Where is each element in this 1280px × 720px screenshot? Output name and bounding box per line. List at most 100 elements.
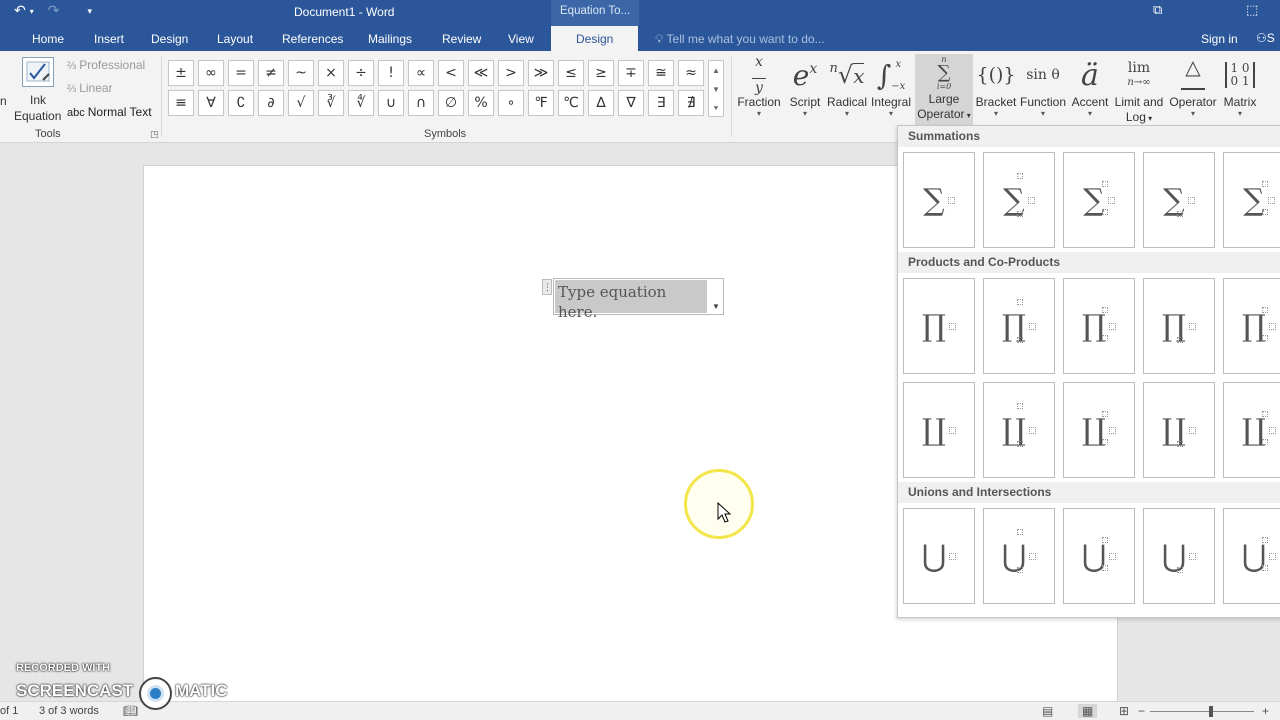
symbol-button[interactable]: ≤ bbox=[558, 60, 584, 86]
product-option[interactable]: ∏ bbox=[1143, 278, 1215, 374]
tab-view[interactable]: View bbox=[508, 32, 534, 46]
expand-gallery-icon[interactable]: ⯆ bbox=[709, 99, 723, 118]
tab-home[interactable]: Home bbox=[32, 32, 64, 46]
undo-icon[interactable]: ↶ bbox=[14, 2, 26, 19]
tab-mailings[interactable]: Mailings bbox=[368, 32, 412, 46]
symbol-button[interactable]: ∂ bbox=[258, 90, 284, 116]
read-mode-icon[interactable]: ▤ bbox=[1042, 704, 1053, 718]
customize-qat-icon[interactable]: ▾ bbox=[87, 6, 92, 19]
zoom-out-icon[interactable]: − bbox=[1138, 704, 1145, 718]
symbols-scroll[interactable]: ▲ ▼ ⯆ bbox=[708, 60, 724, 117]
ink-equation-label-2[interactable]: Equation bbox=[14, 109, 61, 123]
print-layout-icon[interactable]: ▦ bbox=[1078, 704, 1098, 718]
fraction-button[interactable]: xy Fraction ▾ bbox=[736, 55, 782, 118]
normal-text-option[interactable]: abc Normal Text bbox=[67, 105, 152, 119]
coproduct-option[interactable]: ∐ bbox=[983, 382, 1055, 478]
matrix-button[interactable]: 1 00 1 Matrix ▾ bbox=[1220, 55, 1260, 118]
symbol-button[interactable]: ℉ bbox=[528, 90, 554, 116]
tab-insert[interactable]: Insert bbox=[94, 32, 124, 46]
product-option[interactable]: ∏ bbox=[903, 278, 975, 374]
symbol-button[interactable]: ℃ bbox=[558, 90, 584, 116]
tab-references[interactable]: References bbox=[282, 32, 343, 46]
tab-equation-design[interactable]: Design bbox=[551, 26, 639, 51]
equation-button-cut[interactable]: n bbox=[0, 94, 7, 108]
ink-equation-icon[interactable] bbox=[22, 57, 54, 87]
symbol-button[interactable]: ∩ bbox=[408, 90, 434, 116]
symbol-button[interactable]: = bbox=[228, 60, 254, 86]
symbol-button[interactable]: ∇ bbox=[618, 90, 644, 116]
summation-option[interactable]: ∑ bbox=[1143, 152, 1215, 248]
symbol-button[interactable]: ≫ bbox=[528, 60, 554, 86]
equation-options-icon[interactable]: ▼ bbox=[709, 300, 723, 314]
symbol-button[interactable]: ∄ bbox=[678, 90, 704, 116]
large-operator-button[interactable]: n ∑ i=0 Large Operator ▾ bbox=[915, 54, 973, 126]
function-button[interactable]: sin θ Function ▾ bbox=[1018, 55, 1068, 118]
proofing-icon[interactable]: 📖︎ bbox=[123, 704, 138, 718]
symbol-button[interactable]: ! bbox=[378, 60, 404, 86]
bracket-button[interactable]: {()} Bracket ▾ bbox=[975, 55, 1017, 118]
limit-and-log-button[interactable]: lim n→∞ Limit and Log ▾ bbox=[1112, 55, 1166, 126]
symbol-button[interactable]: ∘ bbox=[498, 90, 524, 116]
zoom-slider[interactable] bbox=[1150, 711, 1254, 712]
symbol-button[interactable]: % bbox=[468, 90, 494, 116]
union-option[interactable]: ⋃ bbox=[983, 508, 1055, 604]
ink-equation-label-1[interactable]: Ink bbox=[30, 93, 46, 107]
symbol-button[interactable]: ∀ bbox=[198, 90, 224, 116]
web-layout-icon[interactable]: ⊞ bbox=[1119, 704, 1129, 718]
scroll-down-icon[interactable]: ▼ bbox=[709, 80, 723, 99]
summation-option[interactable]: ∑ bbox=[903, 152, 975, 248]
ribbon-display-options-icon[interactable]: ⧉ bbox=[1153, 2, 1162, 18]
product-option[interactable]: ∏ bbox=[983, 278, 1055, 374]
word-count[interactable]: 3 of 3 words bbox=[39, 705, 99, 717]
coproduct-option[interactable]: ∐ bbox=[903, 382, 975, 478]
tab-layout[interactable]: Layout bbox=[217, 32, 253, 46]
symbol-button[interactable]: ∁ bbox=[228, 90, 254, 116]
restore-window-icon[interactable]: ⬚ bbox=[1246, 2, 1258, 18]
summation-option[interactable]: ∑ bbox=[1223, 152, 1280, 248]
tab-review[interactable]: Review bbox=[442, 32, 481, 46]
page-count[interactable]: of 1 bbox=[0, 705, 18, 717]
symbol-button[interactable]: ≈ bbox=[678, 60, 704, 86]
equation-placeholder[interactable]: Type equation here. bbox=[555, 280, 707, 321]
tell-me-search[interactable]: 💡︎ Tell me what you want to do... bbox=[655, 32, 825, 47]
sign-in-link[interactable]: Sign in bbox=[1201, 32, 1238, 46]
union-option[interactable]: ⋃ bbox=[903, 508, 975, 604]
tools-dialog-launcher-icon[interactable]: ◳ bbox=[150, 129, 159, 140]
undo-dropdown-icon[interactable]: ▾ bbox=[30, 7, 34, 19]
summation-option[interactable]: ∑ bbox=[1063, 152, 1135, 248]
symbol-button[interactable]: ∅ bbox=[438, 90, 464, 116]
integral-button[interactable]: ∫ x −x Integral ▾ bbox=[869, 55, 913, 118]
product-option[interactable]: ∏ bbox=[1063, 278, 1135, 374]
symbol-button[interactable]: < bbox=[438, 60, 464, 86]
coproduct-option[interactable]: ∐ bbox=[1143, 382, 1215, 478]
union-option[interactable]: ⋃ bbox=[1143, 508, 1215, 604]
equation-handle-icon[interactable]: ⋮ bbox=[542, 279, 552, 295]
symbol-button[interactable]: ≪ bbox=[468, 60, 494, 86]
symbol-button[interactable]: ∞ bbox=[198, 60, 224, 86]
symbol-button[interactable]: ∝ bbox=[408, 60, 434, 86]
union-option[interactable]: ⋃ bbox=[1223, 508, 1280, 604]
tab-design[interactable]: Design bbox=[151, 32, 188, 46]
scroll-up-icon[interactable]: ▲ bbox=[709, 61, 723, 80]
coproduct-option[interactable]: ∐ bbox=[1063, 382, 1135, 478]
zoom-slider-thumb[interactable] bbox=[1209, 706, 1213, 717]
symbol-button[interactable]: ∃ bbox=[648, 90, 674, 116]
symbol-button[interactable]: ∓ bbox=[618, 60, 644, 86]
symbol-button[interactable]: ∛ bbox=[318, 90, 344, 116]
summation-option[interactable]: ∑ bbox=[983, 152, 1055, 248]
zoom-in-icon[interactable]: + bbox=[1262, 704, 1269, 718]
symbol-button[interactable]: ∆ bbox=[588, 90, 614, 116]
symbol-button[interactable]: ± bbox=[168, 60, 194, 86]
share-button[interactable]: ⚇S bbox=[1256, 31, 1275, 45]
radical-button[interactable]: n √ x Radical ▾ bbox=[826, 55, 868, 118]
symbol-button[interactable]: √ bbox=[288, 90, 314, 116]
symbol-button[interactable]: ∪ bbox=[378, 90, 404, 116]
symbol-button[interactable]: ÷ bbox=[348, 60, 374, 86]
script-button[interactable]: ex Script ▾ bbox=[785, 55, 825, 118]
symbol-button[interactable]: > bbox=[498, 60, 524, 86]
coproduct-option[interactable]: ∐ bbox=[1223, 382, 1280, 478]
equation-box[interactable]: Type equation here. ▼ bbox=[553, 278, 724, 321]
accent-button[interactable]: ä Accent ▾ bbox=[1069, 55, 1111, 118]
symbol-button[interactable]: ≅ bbox=[648, 60, 674, 86]
symbol-button[interactable]: × bbox=[318, 60, 344, 86]
